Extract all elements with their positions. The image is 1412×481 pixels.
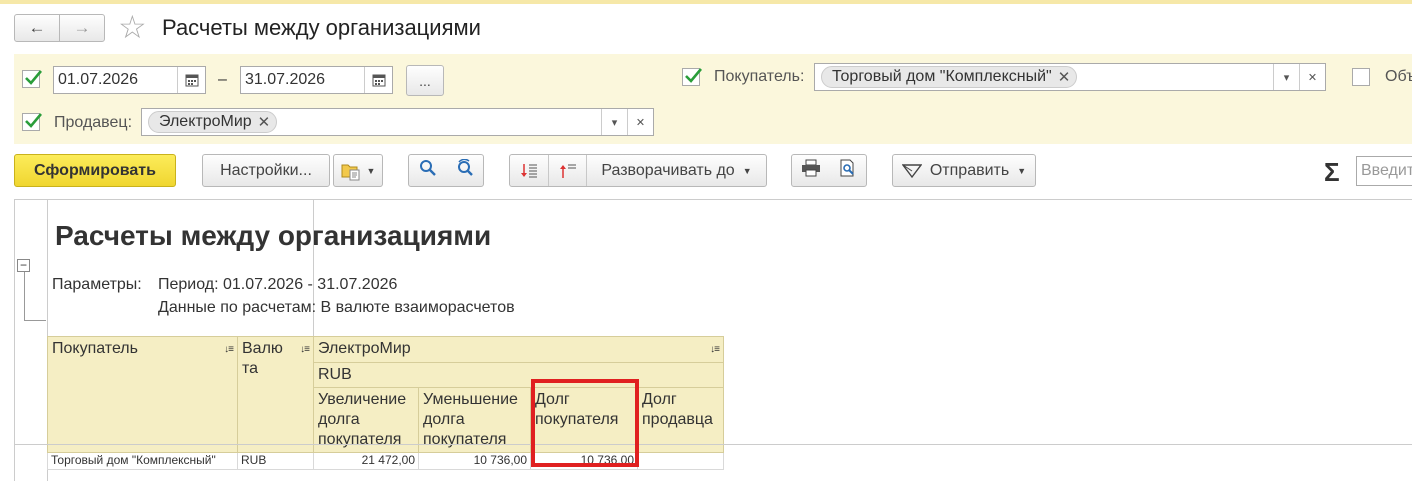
print-icon[interactable] — [801, 159, 821, 182]
seller-label: Продавец: — [54, 114, 133, 131]
print-preview-icon[interactable] — [839, 159, 857, 182]
expand-group: Разворачивать до ▼ — [509, 154, 767, 187]
search-icon[interactable] — [419, 159, 437, 182]
buyer-field[interactable]: Торговый дом "Комплексный" ✕ ▾ ✕ — [814, 63, 1326, 91]
seller-field[interactable]: ЭлектроМир ✕ ▾ ✕ — [141, 108, 654, 136]
sort-icon[interactable]: ↓≡ — [300, 340, 310, 360]
header-buyer[interactable]: ↓≡ Покупатель — [47, 336, 238, 453]
settings-button[interactable]: Настройки... — [202, 154, 330, 187]
buyer-tag: Торговый дом "Комплексный" ✕ — [821, 66, 1078, 88]
check-icon — [25, 113, 42, 128]
date-range-dash: – — [218, 71, 227, 88]
header-seller[interactable]: ↓≡ ЭлектроМир — [313, 336, 724, 363]
generate-button[interactable]: Сформировать — [14, 154, 176, 187]
sort-icon[interactable]: ↓≡ — [710, 340, 720, 360]
clear-field-icon[interactable]: ✕ — [1299, 64, 1325, 90]
search-next-icon[interactable] — [456, 158, 474, 182]
check-icon — [25, 70, 42, 85]
dropdown-arrow-icon: ▼ — [1017, 165, 1027, 176]
buyer-checkbox[interactable] — [682, 68, 702, 86]
check-icon — [685, 68, 702, 83]
params-label: Параметры: — [52, 276, 142, 293]
expand-to-button[interactable]: Разворачивать до ▼ — [586, 155, 766, 186]
header-decrease: Уменьшение долга покупателя — [418, 387, 531, 453]
expand-all-icon[interactable] — [510, 155, 548, 186]
dropdown-arrow-icon[interactable]: ▾ — [601, 109, 627, 135]
seller-checkbox[interactable] — [22, 113, 42, 131]
print-group — [791, 154, 867, 187]
buyer-label: Покупатель: — [714, 68, 805, 85]
highlight-box — [531, 379, 639, 467]
back-arrow-icon: ← — [28, 18, 46, 37]
remove-tag-icon[interactable]: ✕ — [258, 113, 271, 131]
period-select-button[interactable]: ... — [406, 65, 444, 96]
sort-icon[interactable]: ↓≡ — [224, 340, 234, 360]
search-input[interactable]: Введит — [1356, 156, 1412, 186]
group-bracket-line — [24, 320, 46, 321]
extra-checkbox[interactable] — [1352, 68, 1370, 86]
header-increase: Увеличение долга покупателя — [313, 387, 419, 453]
seller-tag: ЭлектроМир ✕ — [148, 111, 278, 133]
search-group — [408, 154, 484, 187]
cell-currency[interactable]: RUB — [237, 452, 314, 470]
forward-arrow-icon: → — [73, 18, 91, 37]
data-param: Данные по расчетам: В валюте взаиморасче… — [158, 299, 515, 316]
window-title: Расчеты между организациями — [162, 15, 481, 40]
collapse-all-icon[interactable] — [548, 155, 586, 186]
remove-tag-icon[interactable]: ✕ — [1058, 68, 1071, 86]
date-from-field[interactable]: 01.07.2026 — [53, 66, 206, 94]
sum-icon[interactable]: Σ — [1324, 157, 1340, 188]
period-checkbox[interactable] — [22, 70, 42, 88]
dropdown-arrow-icon[interactable]: ▾ — [1273, 64, 1299, 90]
dropdown-arrow-icon: ▼ — [366, 165, 376, 176]
cell-increase[interactable]: 21 472,00 — [313, 452, 419, 470]
collapse-group-icon[interactable]: − — [17, 259, 30, 272]
variant-button[interactable]: ▼ — [333, 154, 383, 187]
extra-label: Объ — [1385, 68, 1412, 85]
header-currency[interactable]: ↓≡ Валю та — [237, 336, 314, 453]
cell-decrease[interactable]: 10 736,00 — [418, 452, 531, 470]
period-param: Период: 01.07.2026 - 31.07.2026 — [158, 276, 398, 293]
calendar-icon[interactable] — [177, 67, 205, 93]
report-title: Расчеты между организациями — [55, 220, 492, 251]
cell-buyer[interactable]: Торговый дом "Комплексный" — [47, 452, 238, 470]
cell-seller-debt[interactable] — [637, 452, 724, 470]
top-accent-line — [0, 0, 1412, 4]
forward-button[interactable]: → — [59, 14, 105, 42]
header-currency-code: RUB — [313, 362, 724, 388]
header-seller-debt: Долг продавца — [637, 387, 724, 453]
send-button[interactable]: Отправить ▼ — [892, 154, 1036, 187]
clear-field-icon[interactable]: ✕ — [627, 109, 653, 135]
date-to-field[interactable]: 31.07.2026 — [240, 66, 393, 94]
send-icon — [901, 163, 922, 178]
folder-icon — [341, 164, 360, 180]
grid-line — [14, 444, 1412, 445]
dropdown-arrow-icon: ▼ — [742, 165, 752, 176]
favorite-star-icon[interactable]: ☆ — [118, 11, 147, 43]
calendar-icon[interactable] — [364, 67, 392, 93]
back-button[interactable]: ← — [14, 14, 60, 42]
